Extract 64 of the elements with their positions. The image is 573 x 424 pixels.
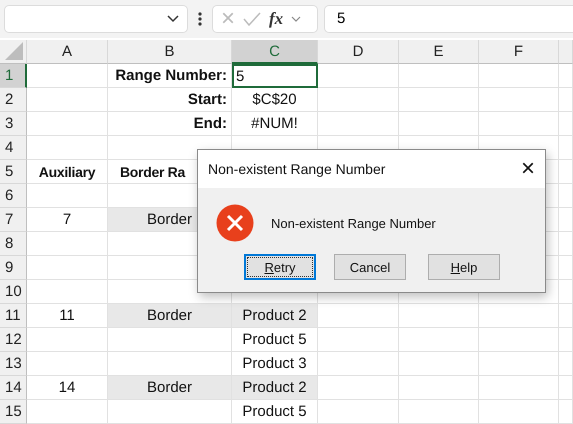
error-icon <box>216 204 254 242</box>
dialog-button[interactable]: Cancel <box>334 254 406 280</box>
table-cell <box>559 352 573 376</box>
row-header[interactable]: 4 <box>0 136 27 160</box>
table-cell <box>559 136 573 160</box>
row-header[interactable]: 12 <box>0 328 27 352</box>
dialog-message: Non-existent Range Number <box>271 216 436 230</box>
column-header[interactable] <box>559 40 573 64</box>
table-cell <box>559 376 573 400</box>
table-cell <box>559 256 573 280</box>
table-cell <box>559 160 573 184</box>
column-header[interactable]: D <box>318 40 399 64</box>
table-cell <box>559 112 573 136</box>
table-cell <box>559 208 573 232</box>
row-header[interactable]: 1 <box>0 64 27 88</box>
row-header[interactable]: 15 <box>0 400 27 424</box>
table-cell: Product 5 <box>232 400 318 424</box>
table-cell: Range Number: <box>108 64 232 88</box>
insert-function-button[interactable]: fx <box>269 9 284 29</box>
table-cell: 5 <box>232 64 318 88</box>
column-header[interactable]: A <box>27 40 108 64</box>
caret-icon <box>167 15 179 23</box>
row-header[interactable]: 11 <box>0 304 27 328</box>
table-cell <box>559 184 573 208</box>
table-cell: Product 2 <box>232 304 318 328</box>
column-header[interactable]: F <box>479 40 559 64</box>
table-cell: Product 2 <box>232 376 318 400</box>
row-header[interactable]: 13 <box>0 352 27 376</box>
name-box[interactable] <box>4 5 188 33</box>
row-header[interactable]: 14 <box>0 376 27 400</box>
row-header[interactable]: 8 <box>0 232 27 256</box>
table-cell: Auxiliary <box>27 160 108 184</box>
table-cell <box>559 64 573 88</box>
table-cell: End: <box>108 112 232 136</box>
table-cell <box>559 400 573 424</box>
check-icon[interactable] <box>243 12 262 26</box>
table-cell: Start: <box>108 88 232 112</box>
column-header[interactable]: C <box>232 40 318 64</box>
select-all-icon[interactable] <box>5 42 23 60</box>
table-cell: #NUM! <box>232 112 318 136</box>
table-cell <box>559 232 573 256</box>
row-header[interactable]: 6 <box>0 184 27 208</box>
row-header[interactable]: 9 <box>0 256 27 280</box>
table-cell: Border <box>108 376 232 400</box>
row-header[interactable]: 10 <box>0 280 27 304</box>
dialog-button[interactable]: Retry <box>244 254 316 280</box>
table-cell <box>559 304 573 328</box>
table-cell <box>559 328 573 352</box>
caret-icon[interactable] <box>291 16 302 22</box>
table-cell <box>559 280 573 304</box>
close-button[interactable]: × <box>520 157 535 181</box>
row-header[interactable]: 3 <box>0 112 27 136</box>
column-header[interactable]: E <box>399 40 479 64</box>
table-cell: Border <box>108 304 232 328</box>
column-header[interactable]: B <box>108 40 232 64</box>
row-header[interactable]: 2 <box>0 88 27 112</box>
row-header[interactable]: 5 <box>0 160 27 184</box>
table-cell <box>559 88 573 112</box>
row-header[interactable]: 7 <box>0 208 27 232</box>
table-cell: $C$20 <box>232 88 318 112</box>
formula-field[interactable]: 5 <box>324 5 573 33</box>
table-cell: Product 5 <box>232 328 318 352</box>
more-icon[interactable] <box>198 12 202 26</box>
dialog-button[interactable]: Help <box>428 254 500 280</box>
